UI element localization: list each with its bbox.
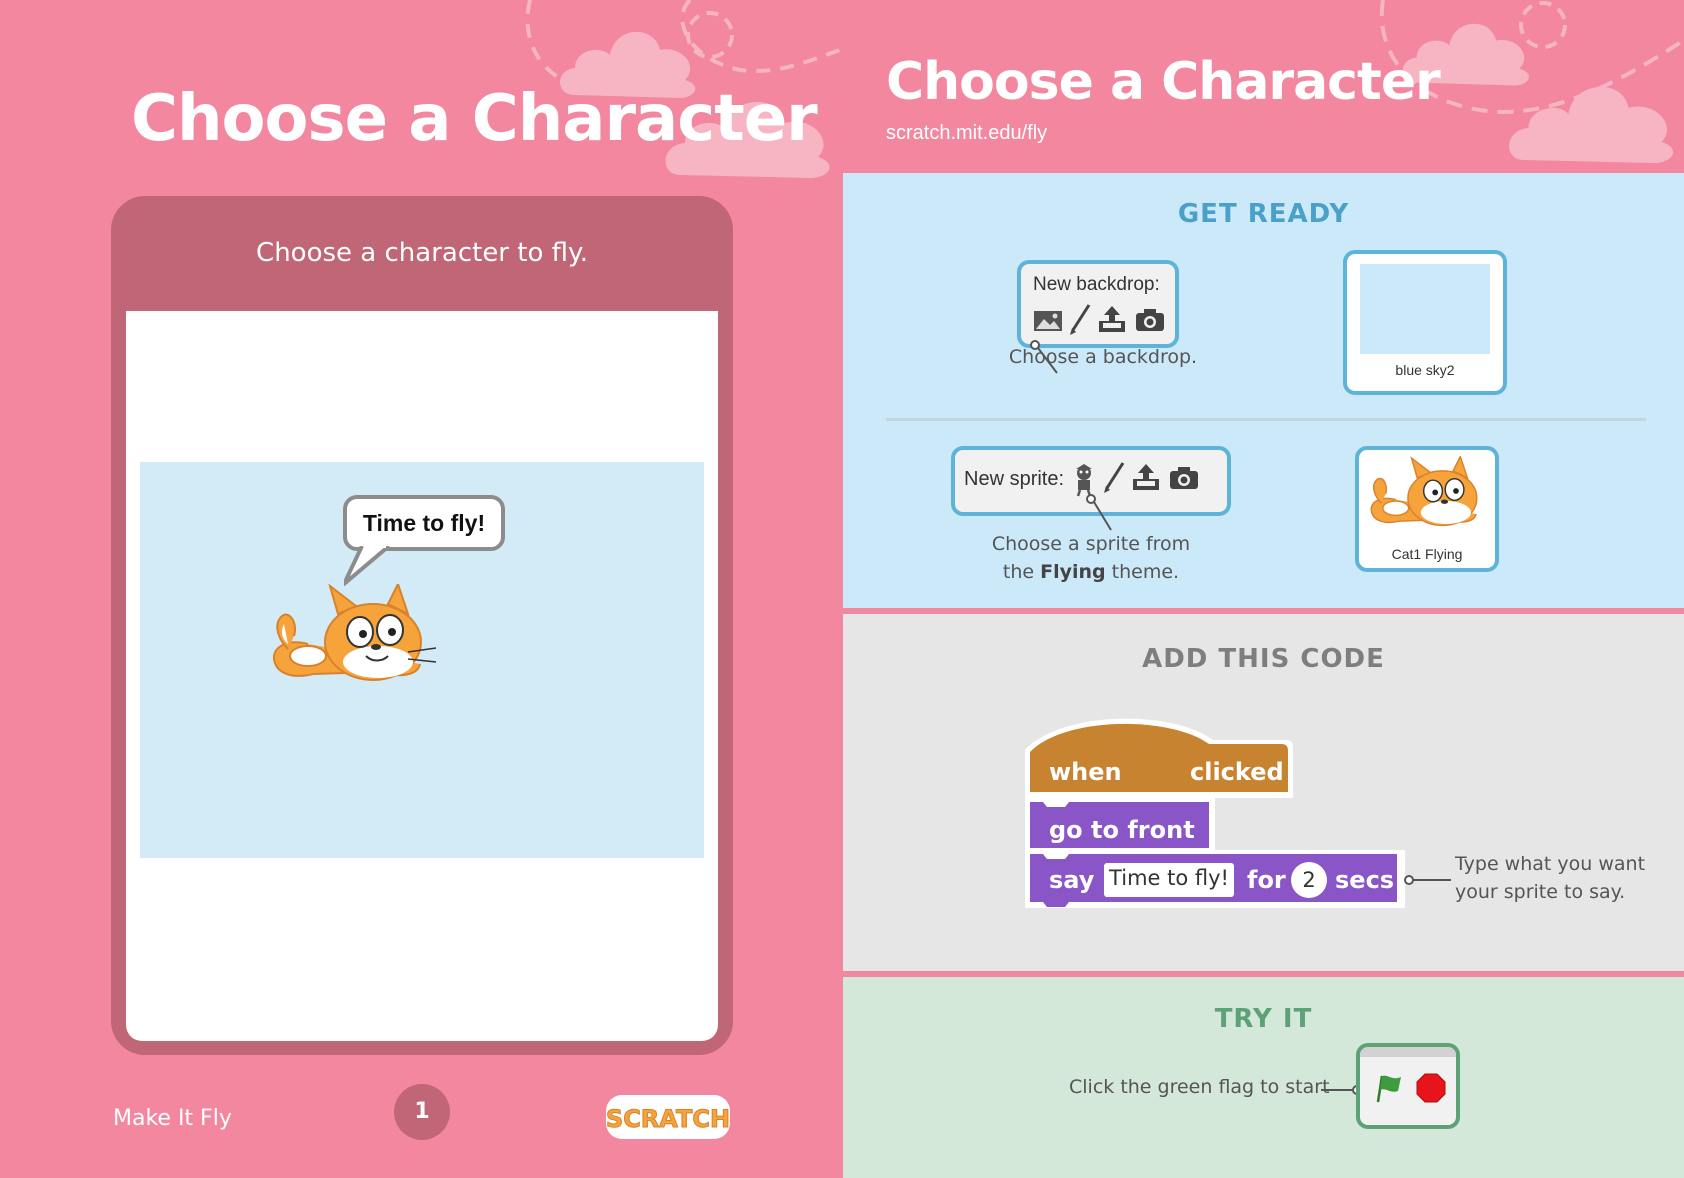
footer-title: Make It Fly xyxy=(113,1106,232,1131)
sprite-caption: Choose a sprite from the Flying theme. xyxy=(971,530,1211,586)
camera-icon[interactable] xyxy=(1135,308,1165,332)
scratch-logo-text: SCRATCH xyxy=(606,1105,730,1133)
sprite-library-icon[interactable] xyxy=(1071,463,1097,497)
cloud-icon xyxy=(1509,86,1674,163)
speech-bubble-tail xyxy=(344,546,391,586)
page-title: Choose a Character xyxy=(131,82,818,156)
code-note: Type what you want your sprite to say. xyxy=(1455,850,1645,906)
sprite-caption-theme: Flying xyxy=(1040,561,1106,583)
thumbnail-label: Cat1 Flying xyxy=(1391,546,1463,562)
paintbrush-icon[interactable] xyxy=(1103,462,1125,494)
right-page: Choose a Character scratch.mit.edu/fly G… xyxy=(843,0,1684,1178)
say-block-for: for xyxy=(1247,866,1286,894)
sprite-caption-text: the xyxy=(1002,561,1041,583)
upload-icon[interactable] xyxy=(1097,304,1127,334)
new-backdrop-label: New backdrop: xyxy=(1033,274,1160,295)
sprite-caption-text: theme. xyxy=(1105,561,1180,583)
say-block-secs: secs xyxy=(1335,866,1395,894)
scratch-project-card: Choose a character to fly. Time to fly! xyxy=(111,196,733,1055)
callout-pointer xyxy=(1086,494,1112,531)
say-text-value: Time to fly! xyxy=(1109,866,1229,890)
page-title: Choose a Character xyxy=(886,52,1441,112)
page-number: 1 xyxy=(394,1084,450,1140)
code-note-line2: your sprite to say. xyxy=(1455,881,1626,903)
upload-icon[interactable] xyxy=(1131,462,1161,492)
speech-bubble: Time to fly! xyxy=(343,495,505,551)
left-page: Choose a Character Choose a character to… xyxy=(0,0,843,1178)
scratch-cat-icon xyxy=(272,584,437,681)
scratch-cat-icon xyxy=(1370,456,1478,527)
flag-stop-panel xyxy=(1356,1043,1460,1129)
speech-bubble-text: Time to fly! xyxy=(362,510,486,536)
image-icon[interactable] xyxy=(1033,308,1063,334)
say-text-input[interactable]: Time to fly! xyxy=(1104,863,1234,897)
section-heading: TRY IT xyxy=(1214,1004,1313,1034)
sprite-caption-line2: the Flying theme. xyxy=(971,558,1211,586)
say-block-say[interactable]: say xyxy=(1049,866,1094,894)
section-heading: ADD THIS CODE xyxy=(1142,644,1385,674)
hat-block-when[interactable]: when xyxy=(1049,758,1122,786)
new-sprite-label: New sprite: xyxy=(964,468,1065,490)
try-caption: Click the green flag to start xyxy=(1069,1076,1330,1098)
get-ready-section: GET READY New backdrop: Choose a backdro… xyxy=(843,173,1684,608)
sprite-caption-line1: Choose a sprite from xyxy=(991,533,1191,555)
callout-pointer xyxy=(1404,875,1451,885)
card-caption: Choose a character to fly. xyxy=(256,238,588,268)
panel-top-bar xyxy=(1360,1047,1456,1057)
code-note-line1: Type what you want xyxy=(1455,853,1646,875)
new-backdrop-panel: New backdrop: xyxy=(1017,260,1179,348)
section-divider xyxy=(886,418,1646,421)
stage: Time to fly! xyxy=(140,462,704,858)
project-url[interactable]: scratch.mit.edu/fly xyxy=(886,122,1047,145)
backdrop-caption: Choose a backdrop. xyxy=(1008,346,1198,368)
paintbrush-icon[interactable] xyxy=(1069,304,1091,336)
scratch-logo: SCRATCH xyxy=(605,1095,731,1139)
cat1-flying-thumbnail[interactable]: Cat1 Flying xyxy=(1355,446,1499,572)
green-flag-icon[interactable] xyxy=(1374,1073,1404,1103)
go-to-front-block[interactable]: go to front xyxy=(1049,816,1195,844)
project-screen: Time to fly! xyxy=(126,311,718,1041)
blue-sky2-preview xyxy=(1360,264,1490,354)
stop-icon[interactable] xyxy=(1416,1073,1446,1103)
hat-block-clicked[interactable]: clicked xyxy=(1190,758,1284,786)
camera-icon[interactable] xyxy=(1169,466,1199,490)
blue-sky2-thumbnail[interactable]: blue sky2 xyxy=(1343,250,1507,395)
secs-number-input[interactable]: 2 xyxy=(1291,862,1327,898)
thumbnail-label: blue sky2 xyxy=(1395,362,1455,378)
section-heading: GET READY xyxy=(1177,199,1350,229)
